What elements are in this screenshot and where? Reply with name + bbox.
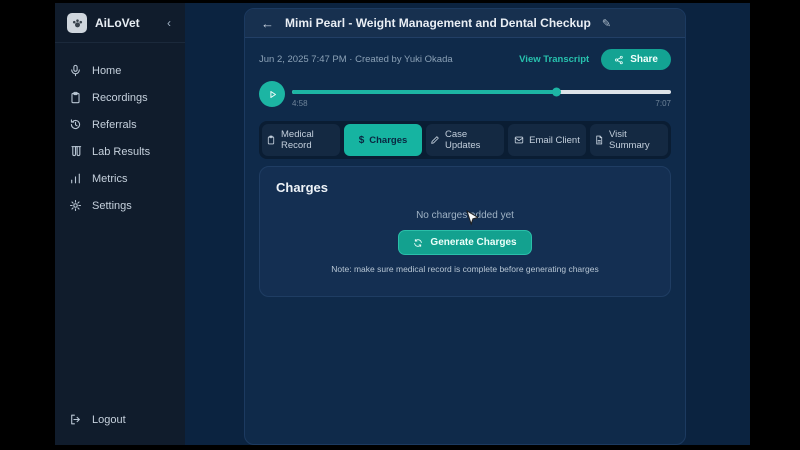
tab-charges[interactable]: $ Charges [344,124,422,156]
screenshot-stage: AiLoVet ‹ Home Recordings [0,0,800,450]
microphone-icon [69,64,82,77]
sidebar-item-home[interactable]: Home [55,57,185,84]
audio-player: 4:58 7:07 [259,81,671,108]
recording-header: ← Mimi Pearl - Weight Management and Den… [245,9,685,38]
charges-heading: Charges [276,180,654,195]
sidebar-logo-row: AiLoVet ‹ [55,3,185,43]
sidebar-item-label: Referrals [92,119,137,131]
meta-row: Jun 2, 2025 7:47 PM · Created by Yuki Ok… [259,49,671,70]
tab-label: Charges [369,135,407,146]
charges-panel: Charges No charges added yet Generate Ch… [259,166,671,297]
sidebar-item-label: Metrics [92,173,127,185]
app-window: AiLoVet ‹ Home Recordings [55,3,750,445]
elapsed-time: 4:58 [292,99,308,108]
tab-medical-record[interactable]: Medical Record [262,124,340,156]
tab-label: Case Updates [445,129,500,151]
play-button[interactable] [259,81,285,107]
empty-message: No charges added yet [416,210,514,221]
sidebar-item-label: Recordings [92,92,148,104]
sidebar-nav: Home Recordings Referrals [55,43,185,396]
refresh-icon [413,238,423,248]
sidebar: AiLoVet ‹ Home Recordings [55,3,185,445]
tab-bar: Medical Record $ Charges Case Updates [259,121,671,159]
sidebar-item-lab-results[interactable]: Lab Results [55,138,185,165]
tab-label: Medical Record [281,129,336,151]
generate-charges-label: Generate Charges [430,237,516,248]
test-tubes-icon [69,145,82,158]
logout-icon [69,413,82,426]
recording-title: Mimi Pearl - Weight Management and Denta… [285,16,591,30]
tab-visit-summary[interactable]: Visit Summary [590,124,668,156]
history-clock-icon [69,118,82,131]
share-button[interactable]: Share [601,49,671,70]
progress-track[interactable] [292,90,671,94]
sidebar-item-label: Home [92,65,121,77]
sidebar-item-referrals[interactable]: Referrals [55,111,185,138]
share-label: Share [630,54,658,65]
bar-chart-icon [69,172,82,185]
gear-icon [69,199,82,212]
sidebar-item-label: Settings [92,200,132,212]
tab-label: Visit Summary [609,129,664,151]
sidebar-collapse-icon[interactable]: ‹ [165,16,173,30]
progress-fill [292,90,557,94]
back-arrow-icon[interactable]: ← [261,17,274,30]
charges-empty-state: No charges added yet Generate Charges No… [276,210,654,276]
charges-note: Note: make sure medical record is comple… [300,263,630,276]
sidebar-item-metrics[interactable]: Metrics [55,165,185,192]
total-duration: 7:07 [655,99,671,108]
document-icon [594,135,604,145]
created-line: Jun 2, 2025 7:47 PM · Created by Yuki Ok… [259,54,453,65]
play-icon [267,89,278,100]
pencil-icon [430,135,440,145]
recording-body: Jun 2, 2025 7:47 PM · Created by Yuki Ok… [245,38,685,297]
sidebar-item-label: Lab Results [92,146,150,158]
progress-knob[interactable] [552,88,561,97]
recording-card: ← Mimi Pearl - Weight Management and Den… [244,8,686,445]
sidebar-item-recordings[interactable]: Recordings [55,84,185,111]
envelope-icon [514,135,524,145]
generate-charges-button[interactable]: Generate Charges [398,230,531,255]
dollar-icon: $ [359,135,365,146]
main-area: ← Mimi Pearl - Weight Management and Den… [185,3,750,445]
tab-case-updates[interactable]: Case Updates [426,124,504,156]
time-row: 4:58 7:07 [292,99,671,108]
pencil-icon[interactable]: ✎ [602,17,611,30]
progress-area: 4:58 7:07 [292,81,671,108]
pet-logo-icon [67,13,87,33]
clipboard-icon [266,135,276,145]
tab-email-client[interactable]: Email Client [508,124,586,156]
tab-label: Email Client [529,135,580,146]
logout-button[interactable]: Logout [69,406,171,433]
share-nodes-icon [614,55,624,65]
clipboard-icon [69,91,82,104]
sidebar-item-settings[interactable]: Settings [55,192,185,219]
logout-label: Logout [92,414,126,426]
meta-actions: View Transcript Share [519,49,671,70]
sidebar-footer: Logout [55,396,185,445]
app-title: AiLoVet [95,16,157,30]
view-transcript-link[interactable]: View Transcript [519,54,589,65]
